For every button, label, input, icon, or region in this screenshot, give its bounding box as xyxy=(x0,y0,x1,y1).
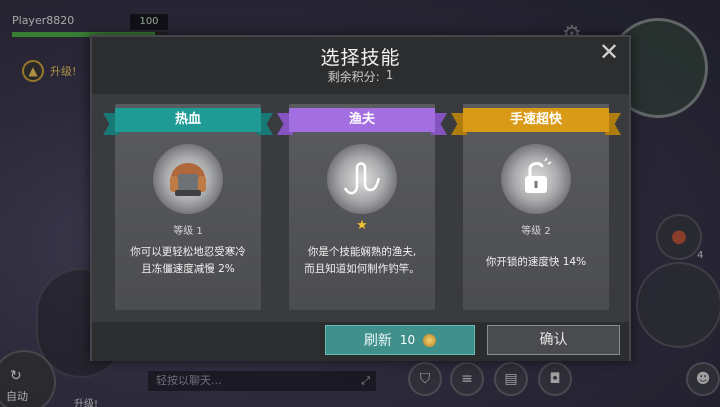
desc-line: 你可以更轻松地忍受寒冷 xyxy=(130,246,246,258)
skill-cards-area: 热血 等级 1 你可以更轻松地忍受寒冷 且冻僵速度减慢 2% 渔夫 ★ 你是个技… xyxy=(92,94,629,322)
refresh-button[interactable]: 刷新 10 xyxy=(325,325,475,355)
confirm-button[interactable]: 确认 xyxy=(487,325,620,355)
star-icon: ★ xyxy=(356,218,368,233)
skill-select-dialog: 选择技能 剩余积分: 1 ✕ 热血 等级 1 你可以更轻松地忍受寒冷 且冻僵速度… xyxy=(90,35,631,361)
coin-icon xyxy=(423,333,437,347)
fishing-hook-icon xyxy=(327,144,397,214)
points-label: 剩余积分: xyxy=(327,70,380,84)
skill-level: 等级 1 xyxy=(173,226,203,237)
skill-name: 热血 xyxy=(115,108,261,132)
points-value: 1 xyxy=(385,68,394,82)
skill-name: 渔夫 xyxy=(289,108,435,132)
desc-line: 你开锁的速度快 14% xyxy=(485,256,587,268)
skill-card-1[interactable]: 热血 等级 1 你可以更轻松地忍受寒冷 且冻僵速度减慢 2% xyxy=(103,104,273,310)
skill-name: 手速超快 xyxy=(463,108,609,132)
skill-banner: 渔夫 xyxy=(277,108,447,135)
skill-level: 等级 2 xyxy=(521,226,551,237)
skill-banner: 手速超快 xyxy=(451,108,621,135)
desc-line: 且冻僵速度减慢 2% xyxy=(141,263,235,275)
dialog-footer: 刷新 10 确认 xyxy=(92,322,629,361)
skill-card-2[interactable]: 渔夫 ★ 你是个技能娴熟的渔夫, 而且知道如何制作钓竿。 xyxy=(277,104,447,310)
dialog-title: 选择技能 xyxy=(320,47,401,69)
unlocked-padlock-icon xyxy=(501,144,571,214)
skill-card-3[interactable]: 手速超快 等级 2 你开锁的速度快 14% xyxy=(451,104,621,310)
remaining-points: 剩余积分: 1 xyxy=(92,68,629,85)
skill-banner: 热血 xyxy=(103,108,273,135)
close-icon[interactable]: ✕ xyxy=(597,40,621,65)
refresh-cost: 10 xyxy=(399,333,416,347)
desc-line: 而且知道如何制作钓竿。 xyxy=(304,263,420,275)
desc-line: 你是个技能娴熟的渔夫, xyxy=(307,246,417,258)
skill-description: 你可以更轻松地忍受寒冷 且冻僵速度减慢 2% xyxy=(121,244,255,278)
fur-hat-icon xyxy=(153,144,223,214)
skill-description: 你开锁的速度快 14% xyxy=(469,254,603,271)
refresh-label: 刷新 xyxy=(363,333,392,349)
skill-description: 你是个技能娴熟的渔夫, 而且知道如何制作钓竿。 xyxy=(295,244,429,278)
